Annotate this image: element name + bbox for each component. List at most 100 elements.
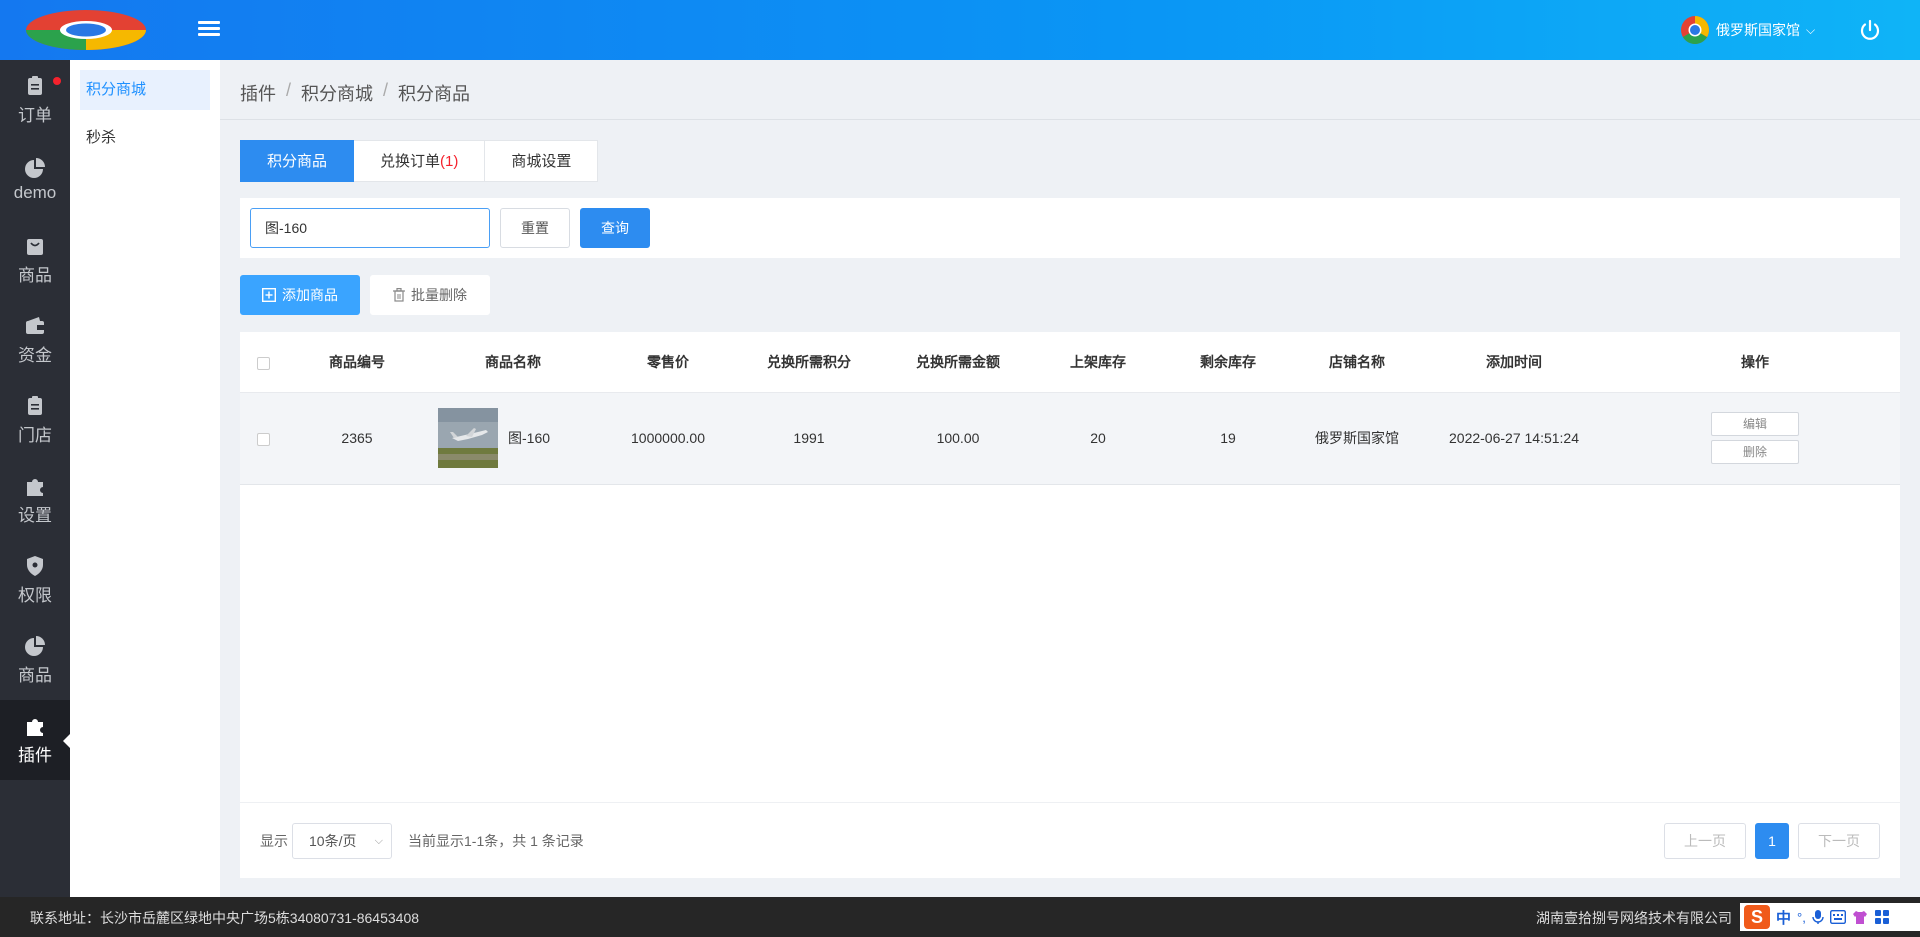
filter-bar: 重置 查询 bbox=[240, 198, 1900, 258]
nav-item-stores[interactable]: 门店 bbox=[0, 380, 70, 460]
nav-item-plugins[interactable]: 插件 bbox=[0, 700, 70, 780]
nav-item-goods[interactable]: 商品 bbox=[0, 220, 70, 300]
chevron-down-icon: ⌵ bbox=[1806, 22, 1816, 37]
power-icon[interactable] bbox=[1858, 18, 1882, 42]
plus-square-icon bbox=[262, 288, 276, 302]
column-header: 商品编号 bbox=[286, 332, 428, 393]
page-size-select[interactable]: 10条/页 ⌵ bbox=[292, 823, 392, 859]
goods-name-wrapper: 图-160 bbox=[428, 408, 598, 468]
column-header: 商品名称 bbox=[428, 332, 598, 393]
subnav-item-points-mall[interactable]: 积分商城 bbox=[80, 70, 210, 110]
goods-table: 商品编号 商品名称 零售价 兑换所需积分 兑换所需金额 上架库存 剩余库存 店铺… bbox=[240, 332, 1900, 485]
logo[interactable] bbox=[24, 8, 148, 52]
edit-button[interactable]: 编辑 bbox=[1711, 412, 1799, 436]
cell-actions: 编辑 删除 bbox=[1610, 392, 1900, 485]
reset-button[interactable]: 重置 bbox=[500, 208, 570, 248]
nav-item-permissions[interactable]: 权限 bbox=[0, 540, 70, 620]
cell-listed-stock: 20 bbox=[1036, 392, 1160, 485]
trash-icon bbox=[393, 288, 405, 302]
nav-label: 订单 bbox=[18, 105, 52, 125]
cell-points: 1991 bbox=[738, 392, 880, 485]
nav-label: 插件 bbox=[18, 745, 52, 765]
tab-exchange-orders[interactable]: 兑换订单(1) bbox=[354, 140, 486, 182]
puzzle-icon bbox=[27, 478, 43, 496]
cell-amount: 100.00 bbox=[880, 392, 1036, 485]
top-header: 俄罗斯国家馆 ⌵ bbox=[0, 0, 1920, 60]
company-name: 湖南壹拾捌号网络技术有限公司 bbox=[1536, 910, 1732, 926]
puzzle-icon bbox=[27, 718, 43, 736]
tab-mall-settings[interactable]: 商城设置 bbox=[485, 140, 599, 182]
column-header: 零售价 bbox=[598, 332, 738, 393]
wallet-icon bbox=[26, 316, 44, 334]
pie-chart-icon bbox=[25, 635, 45, 656]
subnav-item-flash-sale[interactable]: 秒杀 bbox=[80, 118, 210, 158]
page-number-button[interactable]: 1 bbox=[1755, 823, 1789, 859]
column-header: 操作 bbox=[1610, 332, 1900, 393]
goods-name-text: 图-160 bbox=[508, 430, 551, 446]
clipboard-icon bbox=[28, 395, 42, 415]
pie-chart-icon bbox=[25, 158, 45, 178]
column-header: 上架库存 bbox=[1036, 332, 1160, 393]
cell-goods-id: 2365 bbox=[286, 392, 428, 485]
ime-mode[interactable]: 中 bbox=[1776, 907, 1791, 928]
punctuation-icon[interactable]: °, bbox=[1797, 910, 1806, 925]
column-header: 兑换所需积分 bbox=[738, 332, 880, 393]
divider bbox=[220, 119, 1920, 120]
tab-label: 兑换订单 bbox=[380, 153, 441, 170]
page-size-value: 10条/页 bbox=[309, 833, 357, 849]
chevron-down-icon: ⌵ bbox=[374, 835, 383, 847]
nav-item-demo[interactable]: demo bbox=[0, 140, 70, 220]
shield-icon bbox=[27, 555, 43, 576]
search-input[interactable] bbox=[250, 208, 490, 248]
nav-label: 设置 bbox=[18, 505, 52, 525]
goods-thumbnail[interactable] bbox=[438, 408, 498, 468]
breadcrumb-item-current: 积分商品 bbox=[398, 84, 471, 104]
sogou-logo[interactable]: S bbox=[1744, 905, 1770, 929]
store-selector[interactable]: 俄罗斯国家馆 ⌵ bbox=[1680, 15, 1815, 45]
store-name: 俄罗斯国家馆 bbox=[1716, 22, 1800, 38]
tab-count-badge: (1) bbox=[440, 153, 459, 170]
grid-menu-icon[interactable] bbox=[1874, 909, 1890, 925]
record-info: 当前显示1-1条，共 1 条记录 bbox=[408, 833, 584, 849]
prev-page-button[interactable]: 上一页 bbox=[1664, 823, 1746, 859]
delete-button[interactable]: 删除 bbox=[1711, 440, 1799, 464]
add-goods-button[interactable]: 添加商品 bbox=[240, 275, 360, 315]
nav-item-goods-2[interactable]: 商品 bbox=[0, 620, 70, 700]
nav-label: demo bbox=[13, 183, 57, 202]
contact-address: 联系地址：长沙市岳麓区绿地中央广场5栋34080731-86453408 bbox=[30, 910, 420, 926]
breadcrumb-separator: / bbox=[286, 80, 292, 100]
next-page-button[interactable]: 下一页 bbox=[1798, 823, 1880, 859]
breadcrumb-item[interactable]: 积分商城 bbox=[301, 80, 373, 106]
column-header: 剩余库存 bbox=[1160, 332, 1296, 393]
breadcrumb-item[interactable]: 插件 bbox=[240, 80, 276, 106]
select-all-cell bbox=[240, 332, 286, 393]
table-row: 2365 图-160 1000000.00 1991 100.00 20 19 … bbox=[240, 392, 1900, 485]
cell-added-time: 2022-06-27 14:51:24 bbox=[1418, 392, 1610, 485]
query-button[interactable]: 查询 bbox=[580, 208, 650, 248]
nav-label: 门店 bbox=[18, 425, 52, 445]
breadcrumb-separator: / bbox=[383, 80, 389, 100]
row-select-cell bbox=[240, 392, 286, 485]
cell-goods-name: 图-160 bbox=[428, 392, 598, 485]
cell-store: 俄罗斯国家馆 bbox=[1296, 392, 1418, 485]
column-header: 店铺名称 bbox=[1296, 332, 1418, 393]
skin-shirt-icon[interactable] bbox=[1852, 909, 1868, 925]
row-checkbox[interactable] bbox=[256, 432, 270, 446]
keyboard-icon[interactable] bbox=[1829, 910, 1846, 924]
ime-toolbar: S 中 °, bbox=[1740, 903, 1920, 931]
goods-table-card: 商品编号 商品名称 零售价 兑换所需积分 兑换所需金额 上架库存 剩余库存 店铺… bbox=[240, 332, 1900, 878]
clipboard-icon bbox=[28, 75, 42, 95]
nav-item-settings[interactable]: 设置 bbox=[0, 460, 70, 540]
tab-points-goods[interactable]: 积分商品 bbox=[240, 140, 355, 182]
button-label: 批量删除 bbox=[411, 287, 467, 303]
button-label: 添加商品 bbox=[282, 287, 338, 303]
tab-bar: 积分商品 兑换订单(1) 商城设置 bbox=[240, 140, 599, 182]
sub-sidebar: 积分商城 秒杀 bbox=[70, 60, 220, 897]
show-label: 显示 bbox=[260, 833, 288, 849]
batch-delete-button[interactable]: 批量删除 bbox=[370, 275, 490, 315]
microphone-icon[interactable] bbox=[1812, 909, 1824, 925]
menu-toggle-icon[interactable] bbox=[198, 18, 220, 40]
nav-item-orders[interactable]: 订单 bbox=[0, 60, 70, 140]
select-all-checkbox[interactable] bbox=[256, 356, 270, 370]
nav-item-funds[interactable]: 资金 bbox=[0, 300, 70, 380]
